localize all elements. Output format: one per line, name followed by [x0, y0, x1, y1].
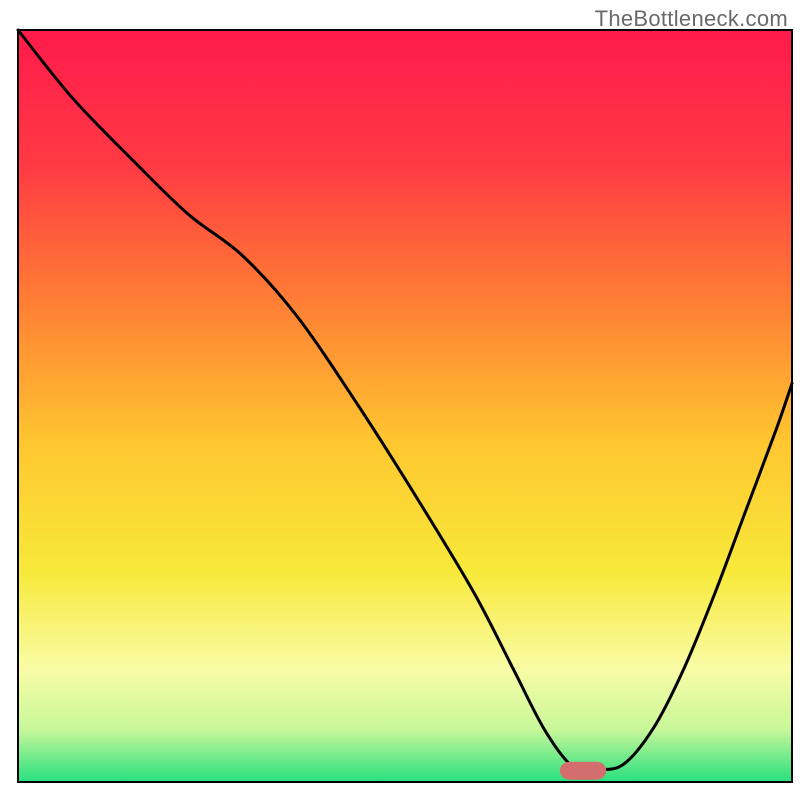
- plot-background: [18, 30, 792, 782]
- optimal-marker: [560, 762, 606, 780]
- watermark-text: TheBottleneck.com: [595, 6, 788, 32]
- bottleneck-chart: [0, 0, 800, 800]
- chart-container: TheBottleneck.com: [0, 0, 800, 800]
